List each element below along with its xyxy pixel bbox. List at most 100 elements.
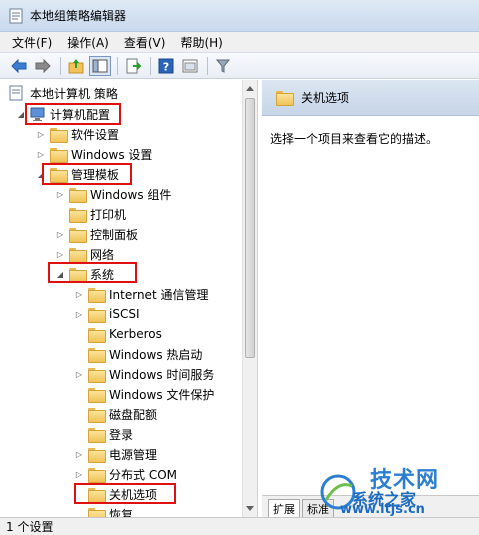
- details-header-title: 关机选项: [301, 91, 350, 105]
- tree-item-logon[interactable]: 登录: [74, 424, 133, 444]
- console-tree[interactable]: 本地计算机 策略 ◢ 计算机配置 ▷ 软件设置 ▷ Windows 设置 ◢ 管…: [0, 80, 258, 517]
- tree-item-label: Windows 时间服务: [109, 367, 215, 382]
- tab-standard[interactable]: 标准: [302, 499, 334, 517]
- expand-arrow-icon[interactable]: ▷: [55, 229, 65, 239]
- show-hide-tree-button[interactable]: [89, 55, 111, 76]
- toolbar-separator: [207, 56, 208, 75]
- help-button[interactable]: ?: [155, 56, 177, 76]
- folder-icon: [88, 427, 106, 443]
- expand-arrow-icon[interactable]: ▷: [36, 149, 46, 159]
- tree-item-label: 电源管理: [109, 447, 158, 462]
- scroll-down-arrow-icon[interactable]: [246, 506, 254, 511]
- tree-item-label: Windows 热启动: [109, 347, 203, 362]
- details-header: 关机选项: [262, 80, 479, 116]
- tree-item-windows-hotstart[interactable]: Windows 热启动: [74, 344, 202, 364]
- back-button[interactable]: [8, 56, 30, 76]
- scroll-thumb[interactable]: [245, 98, 255, 358]
- details-pane: 关机选项 选择一个项目来查看它的描述。 扩展 标准: [262, 80, 479, 517]
- toolbar-separator: [60, 56, 61, 75]
- highlight-computer-config: [25, 103, 121, 125]
- tree-item-internet-comm[interactable]: ▷ Internet 通信管理: [74, 284, 208, 304]
- expand-arrow-icon[interactable]: ▷: [74, 469, 84, 479]
- tree-root[interactable]: 本地计算机 策略: [8, 83, 118, 103]
- tree-item-windows-file-protection[interactable]: Windows 文件保护: [74, 384, 214, 404]
- folder-icon: [88, 367, 106, 383]
- folder-icon: [88, 307, 106, 323]
- tree-item-label: 磁盘配额: [109, 407, 158, 422]
- tree-item-control-panel[interactable]: ▷ 控制面板: [55, 224, 138, 244]
- export-list-button[interactable]: [122, 56, 144, 76]
- tree-item-disk-quota[interactable]: 磁盘配额: [74, 404, 157, 424]
- expand-arrow-icon[interactable]: ▷: [36, 129, 46, 139]
- expand-arrow-icon[interactable]: ▷: [74, 289, 84, 299]
- filter-button[interactable]: [212, 56, 234, 76]
- tree-item-label: Kerberos: [109, 327, 162, 341]
- folder-icon: [88, 507, 106, 517]
- menu-help[interactable]: 帮助(H): [180, 34, 222, 51]
- tree-root-label: 本地计算机 策略: [30, 86, 118, 101]
- up-folder-button[interactable]: [65, 56, 87, 76]
- expand-arrow-icon[interactable]: ▷: [74, 369, 84, 379]
- tree-item-label: Windows 设置: [71, 147, 153, 162]
- folder-icon: [88, 347, 106, 363]
- menu-action[interactable]: 操作(A): [67, 34, 109, 51]
- forward-arrow-icon: [35, 58, 51, 73]
- tree-item-power-management[interactable]: ▷ 电源管理: [74, 444, 157, 464]
- expand-arrow-icon[interactable]: ▷: [74, 309, 84, 319]
- properties-icon: [182, 59, 198, 72]
- menu-bar: 文件(F) 操作(A) 查看(V) 帮助(H): [0, 32, 479, 52]
- tree-item-label: 网络: [90, 247, 115, 262]
- forward-button[interactable]: [32, 56, 54, 76]
- properties-button[interactable]: [179, 56, 201, 76]
- tree-item-label: Windows 组件: [90, 187, 172, 202]
- expand-arrow-icon[interactable]: ▷: [55, 189, 65, 199]
- window-title: 本地组策略编辑器: [30, 9, 127, 23]
- tree-item-label: 打印机: [90, 207, 127, 222]
- folder-icon: [88, 447, 106, 463]
- export-icon: [126, 58, 141, 73]
- tree-scrollbar[interactable]: [242, 80, 257, 517]
- toolbar-separator: [150, 56, 151, 75]
- tree-item-windows-components[interactable]: ▷ Windows 组件: [55, 184, 171, 204]
- tree-item-windows-time[interactable]: ▷ Windows 时间服务: [74, 364, 214, 384]
- folder-icon: [50, 147, 68, 163]
- folder-icon: [69, 227, 87, 243]
- tab-extended[interactable]: 扩展: [268, 499, 300, 517]
- view-tabs: 扩展 标准: [262, 495, 479, 517]
- tree-item-iscsi[interactable]: ▷ iSCSI: [74, 304, 140, 324]
- expand-arrow-icon[interactable]: ▷: [74, 449, 84, 459]
- policy-doc-icon: [9, 85, 23, 101]
- tree-item-software-settings[interactable]: ▷ 软件设置: [36, 124, 119, 144]
- title-bar: 本地组策略编辑器: [0, 0, 479, 32]
- tree-item-printers[interactable]: 打印机: [55, 204, 126, 224]
- menu-view[interactable]: 查看(V): [124, 34, 166, 51]
- svg-text:?: ?: [163, 60, 169, 73]
- status-text: 1 个设置: [6, 520, 54, 534]
- folder-icon: [88, 467, 106, 483]
- toolbar: ?: [0, 52, 479, 79]
- help-icon: ?: [158, 58, 174, 73]
- tree-item-label: 分布式 COM: [109, 467, 177, 482]
- scroll-up-arrow-icon[interactable]: [246, 86, 254, 91]
- folder-icon: [50, 127, 68, 143]
- folder-icon: [69, 207, 87, 223]
- tree-item-label: 恢复: [109, 507, 134, 518]
- tree-item-label: 软件设置: [71, 127, 120, 142]
- tree-item-kerberos[interactable]: Kerberos: [74, 324, 162, 344]
- up-folder-icon: [68, 58, 84, 73]
- folder-icon: [88, 327, 106, 343]
- tree-item-label: Windows 文件保护: [109, 387, 215, 402]
- toolbar-separator: [117, 56, 118, 75]
- filter-icon: [216, 59, 230, 73]
- tree-item-windows-settings[interactable]: ▷ Windows 设置: [36, 144, 152, 164]
- highlight-system: [48, 262, 137, 283]
- status-bar: 1 个设置: [0, 517, 479, 535]
- highlight-shutdown-options: [74, 483, 176, 504]
- tree-item-label: 登录: [109, 427, 134, 442]
- menu-file[interactable]: 文件(F): [12, 34, 52, 51]
- expand-arrow-icon[interactable]: ▷: [55, 249, 65, 259]
- tree-item-distributed-com[interactable]: ▷ 分布式 COM: [74, 464, 177, 484]
- tree-item-network[interactable]: ▷ 网络: [55, 244, 114, 264]
- tree-item-recovery[interactable]: 恢复: [74, 504, 133, 517]
- folder-icon: [88, 387, 106, 403]
